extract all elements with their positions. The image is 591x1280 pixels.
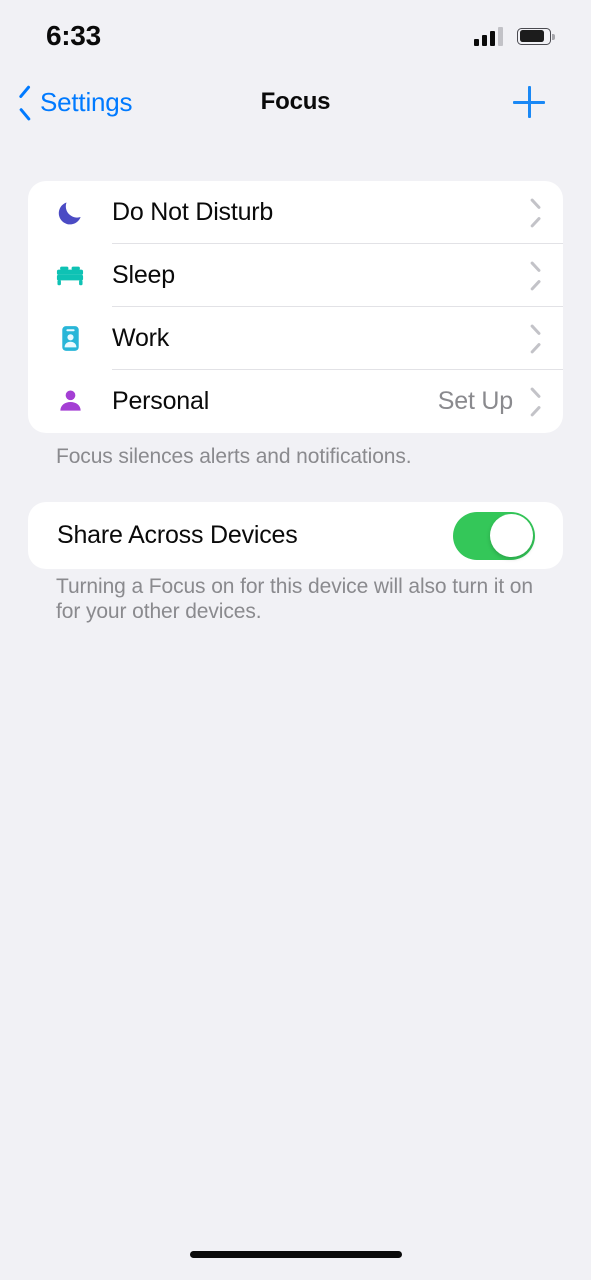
list-item-label: Work (112, 324, 170, 352)
share-across-devices-footer-text: Turning a Focus on for this device will … (56, 575, 533, 624)
list-item-value: Set Up (437, 387, 513, 415)
navigation-bar: Settings Focus (0, 72, 591, 132)
list-item-do-not-disturb[interactable]: Do Not Disturb (28, 181, 563, 244)
status-bar-time: 6:33 (46, 20, 101, 51)
list-item-label: Sleep (112, 261, 175, 289)
status-bar: 6:33 (0, 0, 591, 72)
share-across-devices-toggle[interactable] (453, 511, 535, 560)
focus-list-card: Do Not Disturb Sleep Work Personal Set U… (28, 181, 563, 433)
moon-icon (28, 198, 112, 228)
chevron-right-icon (529, 265, 541, 286)
iphone-screen: 6:33 Settings Focus Do Not Disturb Sleep… (0, 0, 591, 1280)
cellular-signal-icon (474, 26, 503, 46)
bed-icon (28, 260, 112, 292)
chevron-right-icon (529, 328, 541, 349)
add-focus-button[interactable] (507, 72, 551, 132)
focus-list-footer-text: Focus silences alerts and notifications. (56, 445, 412, 468)
plus-icon (513, 86, 545, 118)
id-badge-icon (28, 324, 112, 353)
list-item-work[interactable]: Work (28, 307, 563, 370)
share-across-devices-card: Share Across Devices (28, 502, 563, 569)
list-item-label: Do Not Disturb (112, 198, 274, 226)
share-across-devices-row: Share Across Devices (28, 502, 563, 569)
battery-icon (517, 27, 555, 45)
list-item-label: Personal (112, 387, 210, 415)
page-title: Focus (260, 88, 331, 115)
home-indicator[interactable] (189, 1251, 402, 1258)
chevron-right-icon (529, 391, 541, 412)
toggle-knob (489, 514, 533, 557)
status-bar-indicators (474, 26, 555, 46)
list-item-sleep[interactable]: Sleep (28, 244, 563, 307)
list-item-personal[interactable]: Personal Set Up (28, 370, 563, 433)
chevron-right-icon (529, 202, 541, 223)
share-across-devices-label: Share Across Devices (57, 521, 298, 549)
person-icon (28, 387, 112, 416)
